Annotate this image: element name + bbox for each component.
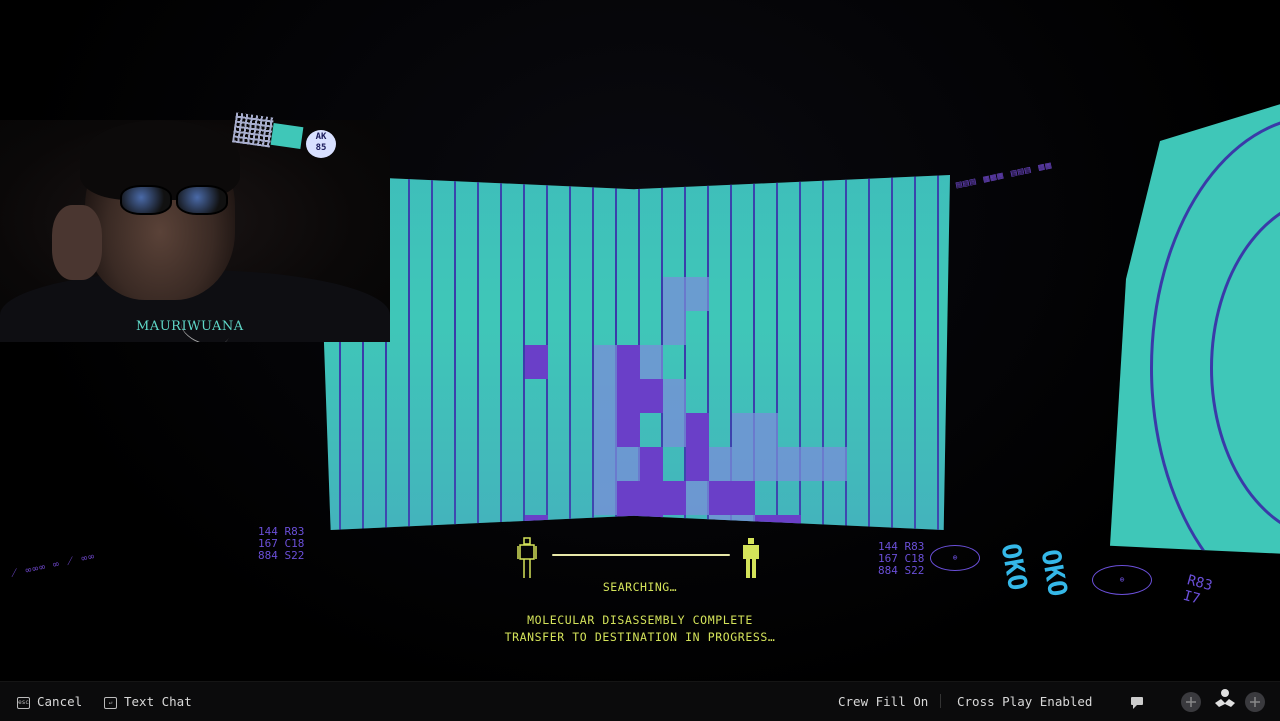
pixel-cell — [617, 379, 640, 413]
crew-icon[interactable] — [1212, 687, 1238, 713]
search-status: SEARCHING… — [602, 580, 678, 594]
pixel-cell — [617, 345, 640, 379]
pixel-cell — [640, 515, 663, 530]
pixel-cell — [525, 345, 548, 379]
pixel-cell — [663, 311, 686, 345]
pixel-cell — [663, 413, 686, 447]
pixel-cell — [640, 447, 663, 481]
status-line-2: TRANSFER TO DESTINATION IN PROGRESS… — [504, 630, 776, 644]
pixel-cell — [709, 447, 732, 481]
transfer-progress-line — [552, 554, 730, 556]
divider — [940, 694, 941, 708]
left-readout: 144 R83 167 C18 884 S22 — [258, 526, 304, 562]
game-scene: ▤▤▤ ▦▦▦ ▤▤▤ ▦▦ ⟋ ∞∞∞ ∞ ⟋ ∞∞ 144 R83 167 … — [0, 0, 1280, 720]
circular-badge-icon: ⊕ — [930, 545, 980, 571]
origin-figure-icon — [517, 537, 537, 578]
lens-right — [176, 185, 228, 215]
sunglasses — [120, 185, 230, 215]
pixel-cell — [594, 345, 617, 379]
pixel-cell — [755, 413, 778, 447]
pixel-cell — [686, 481, 709, 515]
pixel-cell — [778, 515, 801, 530]
cancel-button[interactable]: esc Cancel — [17, 694, 82, 709]
right-readout: 144 R83 167 C18 884 S22 — [878, 541, 924, 577]
pixel-cell — [640, 481, 663, 515]
pixel-cell — [525, 515, 548, 530]
pixel-cell — [594, 413, 617, 447]
grid-sticker — [232, 112, 274, 148]
pixel-cell — [686, 447, 709, 481]
keyboard-key-icon: esc — [17, 696, 30, 709]
pixel-cell — [709, 481, 732, 515]
status-line-1: MOLECULAR DISASSEMBLY COMPLETE — [527, 613, 753, 627]
cancel-label: Cancel — [37, 694, 83, 709]
text-chat-button[interactable]: ↵ Text Chat — [104, 694, 192, 709]
pixel-cell — [663, 379, 686, 413]
add-player-icon[interactable] — [1180, 691, 1202, 713]
chat-bubble-icon[interactable] — [1126, 691, 1148, 713]
pixel-cell — [617, 413, 640, 447]
pixel-cell — [617, 481, 640, 515]
pixel-cell — [801, 447, 824, 481]
main-display-screen — [318, 175, 950, 530]
pixel-cell — [686, 413, 709, 447]
pixel-cell — [732, 515, 755, 530]
pixel-cell — [663, 277, 686, 311]
pixel-cell — [594, 379, 617, 413]
pixel-cell — [617, 447, 640, 481]
pixel-cell — [778, 447, 801, 481]
pixel-cell — [732, 481, 755, 515]
pixel-cell — [640, 345, 663, 379]
pixel-cell — [663, 481, 686, 515]
ak-badge: AK 85 — [306, 130, 336, 158]
pixel-cell — [755, 515, 778, 530]
diagonal-readout-top: ▤▤▤ ▦▦▦ ▤▤▤ ▦▦ — [954, 159, 1054, 192]
pixel-cell — [755, 447, 778, 481]
crew-fill-status[interactable]: Crew Fill On — [838, 694, 928, 709]
lens-left — [120, 185, 172, 215]
pixel-cell — [594, 481, 617, 515]
side-display-screen — [1110, 95, 1280, 555]
pixel-cell — [732, 447, 755, 481]
pixel-cell — [594, 447, 617, 481]
pixel-cell — [709, 515, 732, 530]
readout-line: 884 S22 — [258, 549, 305, 562]
destination-figure-icon — [743, 538, 759, 578]
diagonal-readout-left: ⟋ ∞∞∞ ∞ ⟋ ∞∞ — [9, 551, 97, 580]
pixel-cell — [617, 515, 640, 530]
pixel-cell — [640, 379, 663, 413]
pixel-cell — [824, 447, 847, 481]
readout-line: 884 S22 — [878, 564, 925, 577]
text-chat-label: Text Chat — [124, 694, 192, 709]
pixel-cell — [686, 277, 709, 311]
add-icon[interactable] — [1244, 691, 1266, 713]
chat-key-icon: ↵ — [104, 696, 117, 709]
bottom-bar: esc Cancel ↵ Text Chat Crew Fill On Cross … — [0, 681, 1280, 721]
streamer-hand — [52, 205, 102, 280]
teal-sticker — [270, 123, 304, 149]
cross-play-status[interactable]: Cross Play Enabled — [957, 694, 1092, 709]
pixel-cell — [732, 413, 755, 447]
